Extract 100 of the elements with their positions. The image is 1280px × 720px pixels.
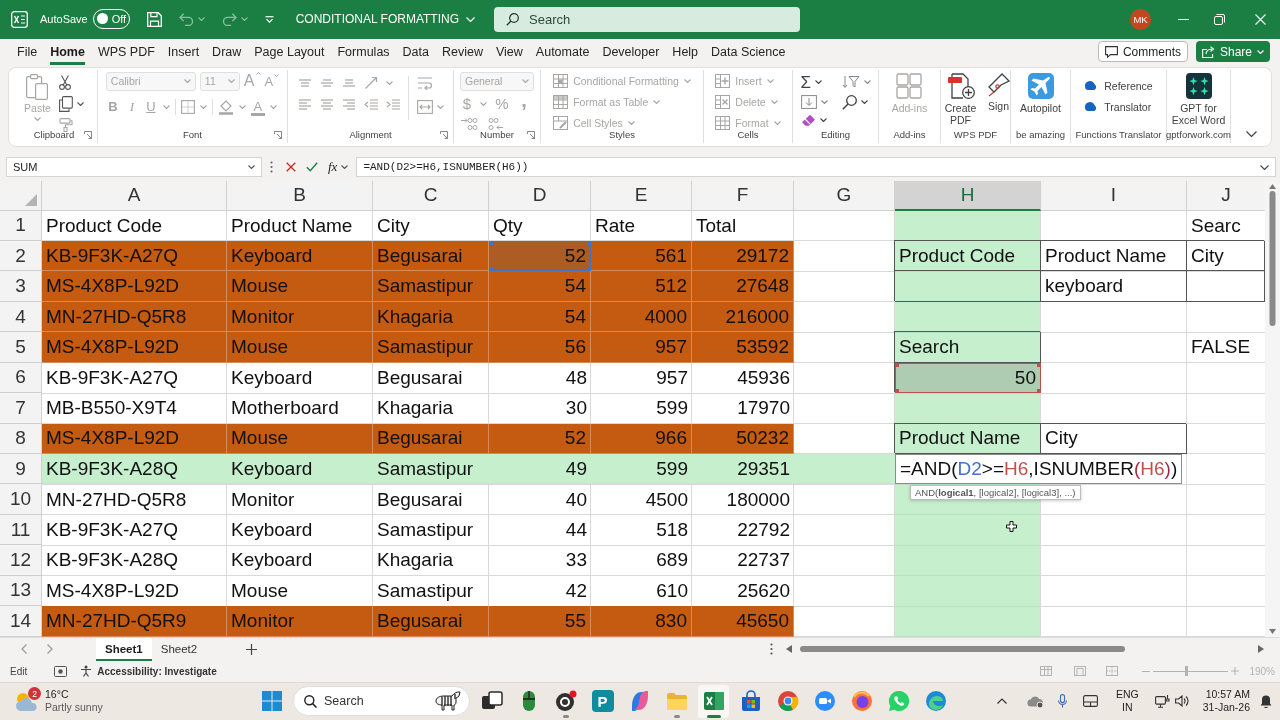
column-header[interactable]: E — [591, 180, 692, 211]
pdf-document-icon[interactable] — [946, 72, 975, 99]
cloud-icon[interactable] — [1026, 695, 1044, 708]
app-tile[interactable]: P — [591, 690, 614, 713]
caret-icon[interactable] — [815, 80, 822, 85]
menu-tab[interactable]: Automate — [535, 38, 590, 65]
row-header[interactable]: 9 — [0, 453, 42, 485]
row-header[interactable]: 8 — [0, 423, 42, 454]
row-header[interactable]: 12 — [0, 545, 42, 576]
menu-tab[interactable]: Developer — [602, 38, 660, 65]
grip-icon[interactable] — [770, 643, 773, 656]
sheet-tab[interactable]: Sheet1 — [96, 637, 152, 661]
menu-tab[interactable]: Data — [402, 38, 429, 65]
customize-icon[interactable] — [264, 15, 274, 23]
caret-icon[interactable] — [341, 165, 349, 170]
flame-globe-icon[interactable] — [850, 690, 873, 713]
tricolor-circle-icon[interactable] — [776, 690, 799, 713]
menu-tab[interactable]: View — [496, 38, 523, 65]
insert-function-button[interactable]: fx — [328, 159, 349, 176]
avatar[interactable]: MK — [1130, 8, 1151, 30]
menu-tab[interactable]: WPS PDF — [97, 38, 155, 65]
column-header[interactable]: B — [227, 180, 373, 211]
sheet-tab[interactable]: Sheet2 — [151, 637, 207, 661]
row-header[interactable]: 3 — [0, 271, 42, 302]
menu-tab[interactable]: Draw — [212, 38, 242, 65]
record-macro-icon[interactable] — [54, 665, 68, 677]
create-pdf-button[interactable]: Create PDF — [941, 71, 980, 126]
airplane-icon[interactable] — [1027, 72, 1054, 99]
menu-tab[interactable]: Data Science — [711, 38, 786, 65]
eraser-icon[interactable] — [800, 113, 816, 126]
close-icon[interactable] — [1255, 13, 1266, 25]
column-header[interactable]: D — [489, 180, 591, 211]
chevron-down-icon[interactable] — [1246, 130, 1257, 137]
clock-time[interactable]: 10:57 AM — [1205, 688, 1250, 702]
translator-button[interactable]: Translator — [1084, 97, 1152, 116]
accessibility-button[interactable]: Accessibility: Investigate — [80, 665, 217, 678]
caret-icon[interactable] — [248, 165, 255, 170]
share-icon[interactable] — [1201, 45, 1215, 58]
find-icon[interactable] — [841, 94, 857, 110]
column-header[interactable]: H — [895, 180, 1041, 211]
monitor-plug-icon[interactable] — [1154, 694, 1170, 709]
select-all-icon[interactable] — [25, 193, 37, 206]
accessibility-icon[interactable] — [80, 665, 93, 678]
column-header[interactable]: J — [1187, 180, 1265, 211]
grip-icon[interactable] — [270, 161, 273, 174]
spreadsheet-icon[interactable] — [702, 690, 725, 713]
menu-tab[interactable]: Review — [442, 38, 483, 65]
column-header[interactable]: C — [373, 180, 489, 211]
row-header[interactable]: 5 — [0, 332, 42, 363]
column-header[interactable]: G — [794, 180, 895, 211]
search-field[interactable]: Search — [494, 6, 800, 32]
row-header[interactable]: 4 — [0, 301, 42, 333]
sparkles-icon[interactable] — [1185, 72, 1212, 99]
taskbar-search-field[interactable]: Search — [293, 686, 470, 717]
row-header[interactable]: 14 — [0, 606, 42, 637]
menu-tab[interactable]: File — [17, 38, 38, 65]
shopping-bag-icon[interactable] — [739, 690, 762, 713]
menu-tab[interactable]: Help — [672, 38, 699, 65]
cell-editor[interactable]: =AND(D2>=H6,ISNUMBER(H6)) — [895, 454, 1183, 485]
restore-icon[interactable] — [1214, 13, 1225, 25]
minimize-icon[interactable] — [1178, 18, 1189, 20]
pen-nib-icon[interactable] — [987, 72, 1010, 97]
save-icon[interactable] — [146, 11, 162, 27]
cancel-icon[interactable] — [286, 162, 296, 173]
chat-bubble-icon[interactable] — [887, 690, 910, 713]
column-header[interactable]: A — [42, 180, 227, 211]
share-button[interactable]: Share — [1195, 41, 1270, 63]
weather-icon[interactable] — [14, 690, 38, 713]
document-title-button[interactable]: CONDITIONAL FORMATTING — [295, 12, 476, 27]
previous-sheet-icon[interactable] — [21, 644, 27, 655]
menu-tab[interactable]: Formulas — [337, 38, 390, 65]
video-camera-icon[interactable] — [813, 690, 836, 713]
chevron-up-icon[interactable] — [996, 698, 1007, 705]
row-header[interactable]: 11 — [0, 514, 42, 546]
row-header[interactable]: 10 — [0, 484, 42, 515]
autopilot-button[interactable]: Autopilot — [1020, 71, 1061, 114]
menu-tab[interactable]: Insert — [167, 38, 200, 65]
sign-button[interactable]: Sign — [987, 71, 1010, 112]
speaker-icon[interactable] — [1174, 695, 1189, 708]
fill-down-icon[interactable] — [800, 95, 817, 110]
folder-icon[interactable] — [665, 690, 688, 713]
horizontal-scrollbar[interactable] — [786, 643, 1264, 656]
touchpad-icon[interactable] — [1082, 695, 1098, 708]
reference-button[interactable]: Reference — [1084, 76, 1153, 95]
name-box[interactable]: SUM — [6, 157, 262, 178]
column-header[interactable]: I — [1041, 180, 1187, 211]
start-icon[interactable] — [262, 691, 282, 712]
keyboard-layout-indicator[interactable]: IN — [1122, 701, 1133, 715]
next-sheet-icon[interactable] — [47, 644, 53, 655]
menu-tab[interactable]: Page Layout — [254, 38, 325, 65]
vertical-scrollbar[interactable] — [1265, 180, 1280, 637]
comments-button[interactable]: Comments — [1097, 41, 1188, 63]
search-icon[interactable] — [506, 12, 519, 26]
bell-icon[interactable] — [1260, 695, 1272, 708]
comment-icon[interactable] — [1104, 45, 1118, 58]
row-header[interactable]: 2 — [0, 241, 42, 272]
gpt-button[interactable]: GPT for Excel Word — [1168, 71, 1229, 126]
language-indicator[interactable]: ENG — [1115, 688, 1139, 702]
add-sheet-icon[interactable] — [246, 643, 258, 655]
microphone-icon[interactable] — [1057, 694, 1067, 709]
